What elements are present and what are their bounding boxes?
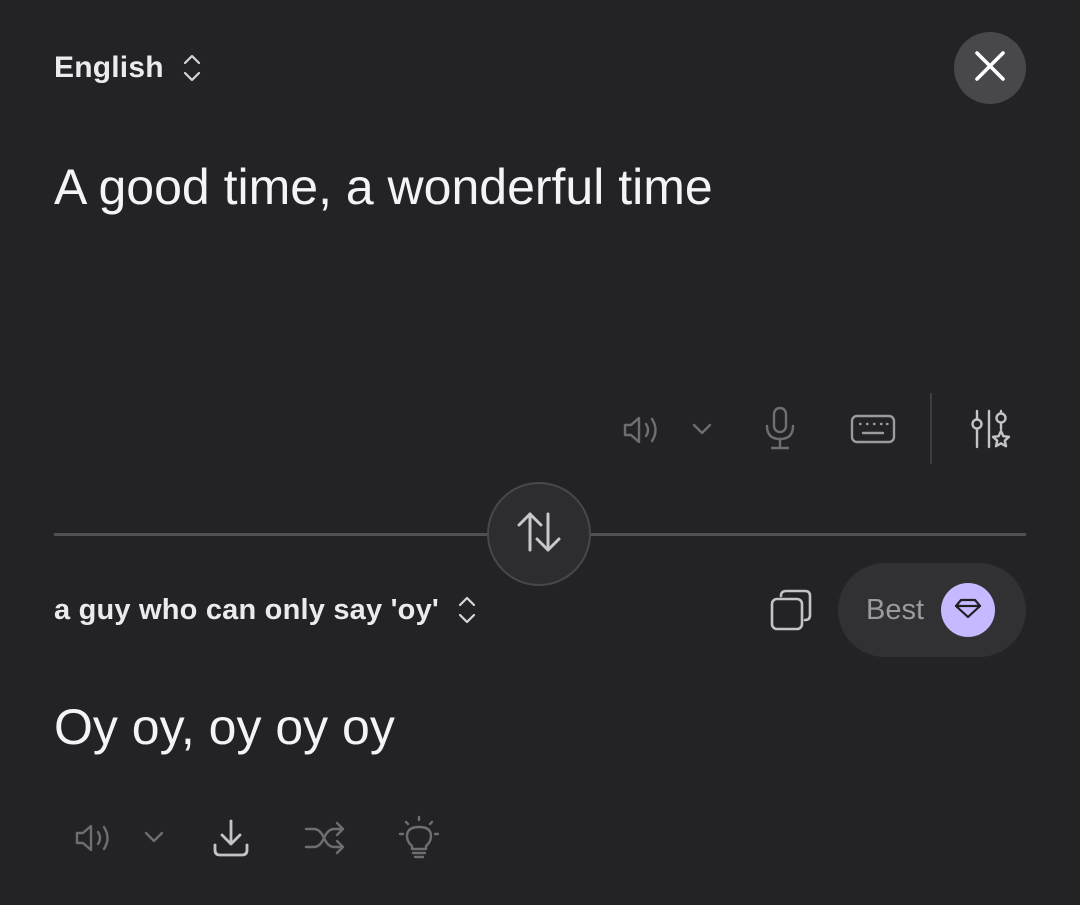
divider-line-right (588, 533, 1026, 536)
microphone-icon (762, 405, 798, 451)
keyboard-icon (849, 413, 897, 445)
swap-languages-button[interactable] (487, 482, 591, 586)
translator-panel: English A good time, a wonderful time a … (0, 0, 1080, 905)
up-down-chevron-icon (457, 594, 477, 626)
translated-text: Oy oy, oy oy oy (54, 699, 395, 755)
translation-settings-button[interactable] (964, 406, 1014, 454)
sliders-star-icon (965, 407, 1013, 453)
explain-button[interactable] (396, 814, 442, 862)
microphone-button[interactable] (758, 404, 802, 452)
voice-options-dropdown[interactable] (688, 416, 716, 442)
source-text[interactable]: A good time, a wonderful time (54, 158, 713, 216)
copy-icon (769, 588, 813, 632)
lightbulb-icon (397, 815, 441, 861)
source-language-label: English (54, 51, 164, 84)
best-label: Best (866, 593, 925, 626)
gem-icon (954, 596, 982, 625)
best-quality-button[interactable]: Best (838, 563, 1026, 657)
voice-options-dropdown[interactable] (140, 824, 168, 850)
up-down-chevron-icon (182, 52, 202, 84)
gem-badge (941, 583, 996, 637)
divider-line-left (54, 533, 490, 536)
speaker-button[interactable] (70, 816, 116, 860)
shuffle-icon (302, 818, 348, 858)
keyboard-button[interactable] (848, 412, 898, 446)
download-button[interactable] (208, 816, 254, 860)
chevron-down-icon (691, 422, 713, 436)
shuffle-button[interactable] (300, 816, 350, 860)
close-icon (973, 49, 1007, 88)
close-button[interactable] (954, 32, 1026, 104)
target-language-label: a guy who can only say 'oy' (54, 593, 440, 626)
toolbar-divider (930, 393, 932, 464)
swap-arrows-icon (512, 509, 566, 560)
speaker-button[interactable] (618, 408, 664, 452)
chevron-down-icon (143, 830, 165, 844)
copy-button[interactable] (768, 588, 814, 632)
download-icon (210, 817, 252, 859)
speaker-icon (72, 820, 114, 856)
target-language-select[interactable]: a guy who can only say 'oy' (54, 590, 477, 630)
speaker-icon (620, 412, 662, 448)
source-language-select[interactable]: English (54, 48, 202, 88)
